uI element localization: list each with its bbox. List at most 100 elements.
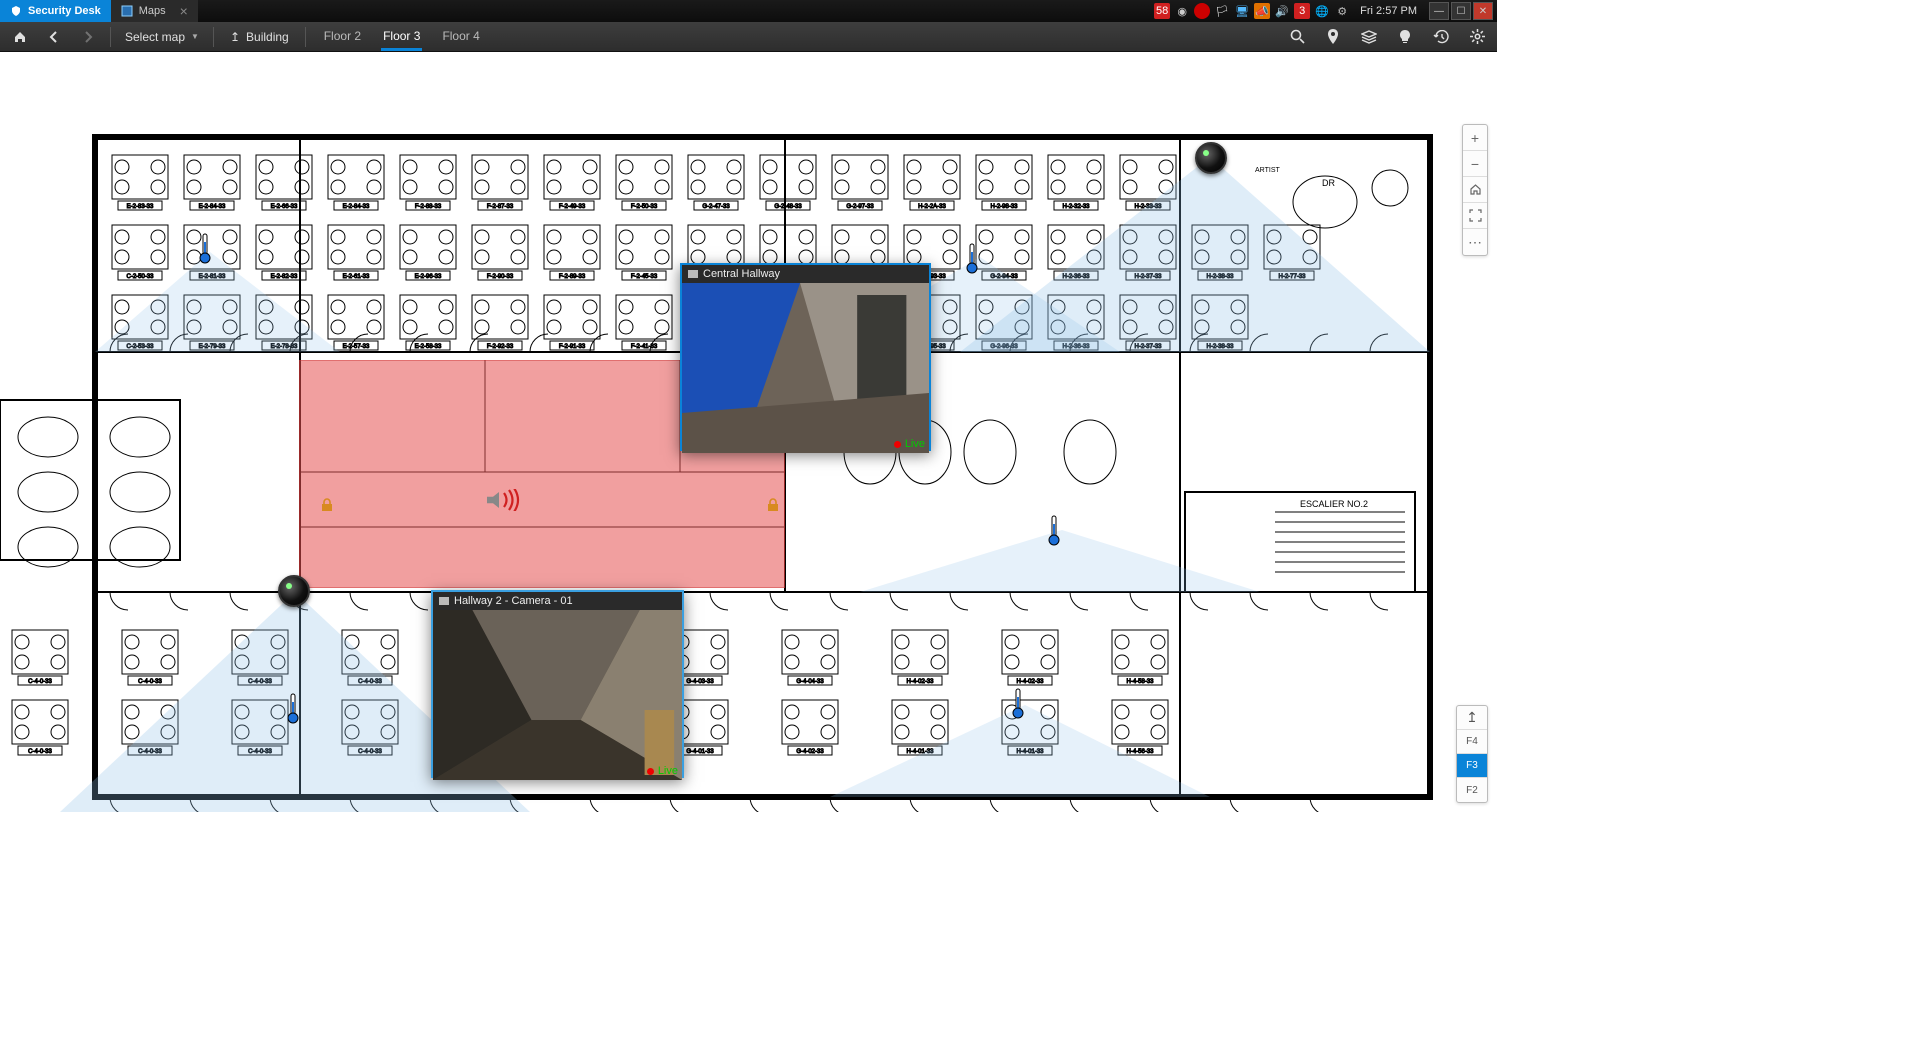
svg-text:G-2-47-33: G-2-47-33	[702, 204, 730, 210]
floor-tab-2[interactable]: Floor 2	[322, 23, 363, 51]
thermometer-icon[interactable]	[287, 692, 299, 724]
tray-settings-icon[interactable]: ⚙	[1334, 3, 1350, 19]
zoom-fit-button[interactable]	[1463, 203, 1487, 229]
svg-text:E-2-81-33: E-2-81-33	[199, 274, 226, 280]
svg-text:C-4-0-33: C-4-0-33	[248, 749, 272, 755]
door-lock-icon[interactable]	[320, 498, 334, 512]
svg-text:H-4-02-33: H-4-02-33	[906, 679, 934, 685]
floor-switcher: ↥ F4 F3 F2	[1456, 705, 1488, 803]
siren-icon[interactable]	[487, 486, 523, 514]
svg-text:E-2-82-33: E-2-82-33	[271, 274, 298, 280]
map-canvas[interactable]: ESCALIER NO.2 DR ARTIST E-2-83-33E-2-84-…	[0, 52, 1497, 812]
svg-text:G-4-02-33: G-4-02-33	[796, 749, 824, 755]
svg-text:C-4-0-33: C-4-0-33	[28, 679, 52, 685]
live-badge: Live	[894, 438, 925, 450]
svg-text:H-4-58-33: H-4-58-33	[1126, 679, 1154, 685]
search-icon[interactable]	[1285, 25, 1309, 49]
zoom-in-button[interactable]: +	[1463, 125, 1487, 151]
close-icon[interactable]: ×	[180, 3, 188, 19]
svg-text:G-2-48-33: G-2-48-33	[774, 204, 802, 210]
floor-tab-3[interactable]: Floor 3	[381, 23, 422, 51]
svg-text:C-4-0-33: C-4-0-33	[28, 749, 52, 755]
separator	[305, 27, 306, 47]
svg-text:G-2-97-33: G-2-97-33	[846, 204, 874, 210]
tray-notify-badge[interactable]: 3	[1294, 3, 1310, 19]
tray-volume-icon[interactable]: 🔊	[1274, 3, 1290, 19]
shield-icon	[10, 5, 22, 17]
svg-text:E-2-61-33: E-2-61-33	[343, 274, 370, 280]
tray-horn-icon[interactable]: 📣	[1254, 3, 1270, 19]
video-feed[interactable]: Live	[433, 610, 682, 780]
video-popup-hallway2[interactable]: Hallway 2 - Camera - 01 Live	[431, 590, 684, 778]
select-map-dropdown[interactable]: Select map ▼	[121, 30, 203, 44]
smart-icon[interactable]	[1393, 25, 1417, 49]
tray-alert-badge[interactable]: 58	[1154, 3, 1170, 19]
thermometer-icon[interactable]	[1048, 514, 1060, 546]
svg-text:H-4-01-33: H-4-01-33	[1016, 749, 1044, 755]
svg-text:E-2-96-33: E-2-96-33	[415, 274, 442, 280]
window-maximize[interactable]: ☐	[1451, 2, 1471, 20]
back-icon[interactable]	[42, 25, 66, 49]
zoom-more-button[interactable]: ⋯	[1463, 229, 1487, 255]
camera-marker[interactable]	[278, 575, 310, 607]
floor-button-f4[interactable]: F4	[1457, 730, 1487, 754]
svg-text:C-2-53-33: C-2-53-33	[126, 344, 154, 350]
video-popup-central-hallway[interactable]: Central Hallway Live	[680, 263, 931, 451]
select-map-label: Select map	[125, 30, 185, 44]
camera-marker[interactable]	[1195, 142, 1227, 174]
layers-icon[interactable]	[1357, 25, 1381, 49]
thermometer-icon[interactable]	[966, 242, 978, 274]
app-tab[interactable]: Security Desk	[0, 0, 111, 22]
zoom-out-button[interactable]: −	[1463, 151, 1487, 177]
tab-maps[interactable]: Maps ×	[111, 0, 198, 22]
svg-text:C-4-0-33: C-4-0-33	[358, 749, 382, 755]
svg-text:H-2-32-33: H-2-32-33	[1062, 204, 1090, 210]
svg-text:E-2-78-33: E-2-78-33	[271, 344, 298, 350]
camera-icon	[688, 270, 698, 278]
camera-icon	[439, 597, 449, 605]
svg-text:H-2-2A-33: H-2-2A-33	[918, 204, 946, 210]
svg-text:H-2-37-33: H-2-37-33	[1134, 274, 1162, 280]
clock: Fri 2:57 PM	[1360, 5, 1417, 17]
history-icon[interactable]	[1429, 25, 1453, 49]
tray-globe-icon[interactable]: 🌐	[1314, 3, 1330, 19]
svg-text:E-2-83-33: E-2-83-33	[127, 204, 154, 210]
app-tab-label: Security Desk	[28, 5, 101, 17]
svg-text:F-2-88-33: F-2-88-33	[415, 204, 442, 210]
video-title-bar[interactable]: Central Hallway	[682, 265, 929, 283]
zoom-home-button[interactable]	[1463, 177, 1487, 203]
svg-text:H-2-38-33: H-2-38-33	[1206, 274, 1234, 280]
tray-monitor-icon[interactable]: 🖥	[1234, 3, 1250, 19]
floor-tab-4[interactable]: Floor 4	[440, 23, 481, 51]
pin-icon[interactable]	[1321, 25, 1345, 49]
map-icon	[121, 5, 133, 17]
tray-flag-icon[interactable]: 🏳	[1214, 3, 1230, 19]
gear-icon[interactable]	[1465, 25, 1489, 49]
floor-button-f2[interactable]: F2	[1457, 778, 1487, 802]
svg-text:E-2-84-33: E-2-84-33	[199, 204, 226, 210]
forward-icon[interactable]	[76, 25, 100, 49]
svg-text:C-4-0-33: C-4-0-33	[358, 679, 382, 685]
video-title-bar[interactable]: Hallway 2 - Camera - 01	[433, 592, 682, 610]
home-icon[interactable]	[8, 25, 32, 49]
door-lock-icon[interactable]	[766, 498, 780, 512]
svg-text:G-2-96-33: G-2-96-33	[990, 344, 1018, 350]
tray-record-icon[interactable]	[1194, 3, 1210, 19]
thermometer-icon[interactable]	[199, 232, 211, 264]
svg-text:G-4-01-33: G-4-01-33	[686, 749, 714, 755]
tray-app-icon[interactable]: ◉	[1174, 3, 1190, 19]
floor-up-button[interactable]: ↥	[1457, 706, 1487, 730]
svg-text:G-2-94-33: G-2-94-33	[990, 274, 1018, 280]
svg-text:H-4-02-33: H-4-02-33	[1016, 679, 1044, 685]
window-minimize[interactable]: —	[1429, 2, 1449, 20]
thermometer-icon[interactable]	[1012, 687, 1024, 719]
breadcrumb-building[interactable]: ↥ Building	[224, 30, 295, 44]
window-close[interactable]: ✕	[1473, 2, 1493, 20]
video-feed[interactable]: Live	[682, 283, 929, 453]
svg-text:ARTIST: ARTIST	[1255, 167, 1280, 174]
floor-button-f3[interactable]: F3	[1457, 754, 1487, 778]
svg-text:C-2-50-33: C-2-50-33	[126, 274, 154, 280]
svg-text:F-2-49-33: F-2-49-33	[559, 204, 586, 210]
svg-text:G-4-03-33: G-4-03-33	[686, 679, 714, 685]
svg-text:H-4-01-33: H-4-01-33	[906, 749, 934, 755]
